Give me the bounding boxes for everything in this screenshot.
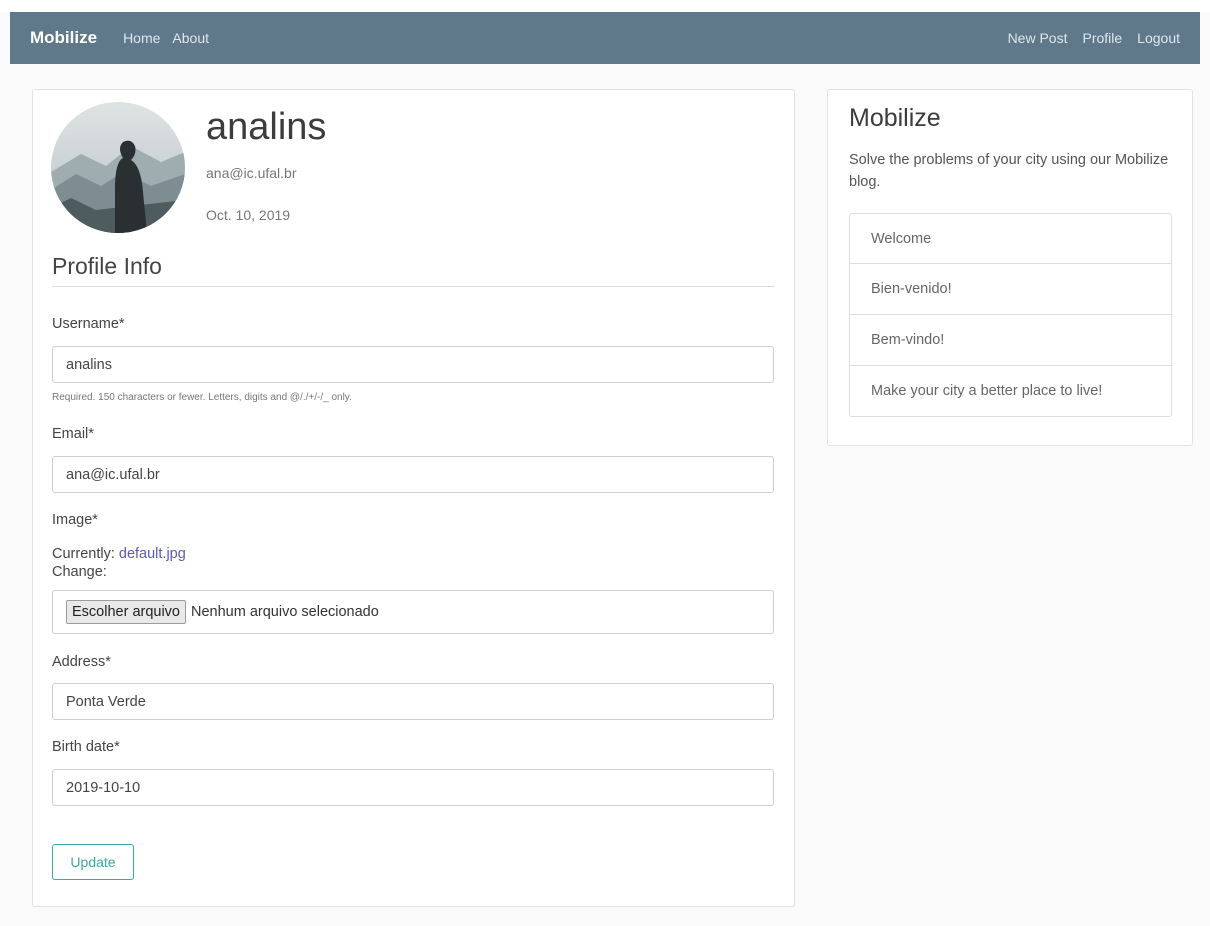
sidebar-item-better-city: Make your city a better place to live! (849, 366, 1172, 417)
current-image: Currently: default.jpg (52, 546, 186, 562)
nav-profile-link[interactable]: Profile (1082, 30, 1122, 46)
sidebar-list: Welcome Bien-venido! Bem-vindo! Make you… (849, 213, 1172, 417)
profile-username: analins (206, 106, 327, 148)
sidebar-item-bien-venido: Bien-venido! (849, 264, 1172, 315)
nav-about-link[interactable]: About (172, 30, 209, 46)
image-label: Image* (52, 512, 98, 528)
nav-new-post-link[interactable]: New Post (1008, 30, 1068, 46)
change-label: Change: (52, 564, 107, 580)
nav-logout-link[interactable]: Logout (1137, 30, 1180, 46)
file-status-text: Nenhum arquivo selecionado (191, 604, 379, 620)
profile-card: analins ana@ic.ufal.br Oct. 10, 2019 Pro… (32, 89, 795, 907)
section-title: Profile Info (52, 253, 774, 287)
username-label: Username* (52, 316, 125, 332)
nav-home-link[interactable]: Home (123, 30, 160, 46)
currently-label: Currently: (52, 546, 115, 562)
birth-date-input[interactable] (52, 769, 774, 806)
sidebar-card: Mobilize Solve the problems of your city… (827, 89, 1193, 446)
current-file-link[interactable]: default.jpg (119, 546, 186, 562)
nav-right: New Post Profile Logout (993, 30, 1180, 46)
username-help-text: Required. 150 characters or fewer. Lette… (52, 392, 352, 403)
brand-link[interactable]: Mobilize (30, 28, 97, 48)
address-input[interactable] (52, 683, 774, 720)
username-input[interactable] (52, 346, 774, 383)
email-input[interactable] (52, 456, 774, 493)
navbar: Mobilize Home About New Post Profile Log… (10, 12, 1200, 64)
address-label: Address* (52, 654, 111, 670)
email-label: Email* (52, 426, 94, 442)
profile-joined-date: Oct. 10, 2019 (206, 207, 291, 223)
update-button[interactable]: Update (52, 844, 134, 880)
image-file-input: Escolher arquivo Nenhum arquivo selecion… (52, 590, 774, 634)
birth-date-label: Birth date* (52, 739, 120, 755)
avatar-image (51, 102, 185, 233)
choose-file-button[interactable]: Escolher arquivo (66, 600, 186, 624)
sidebar-item-welcome: Welcome (849, 213, 1172, 264)
sidebar-description: Solve the problems of your city using ou… (849, 152, 1169, 190)
top-strip (0, 0, 1210, 12)
sidebar-title: Mobilize (849, 104, 941, 132)
profile-email: ana@ic.ufal.br (206, 165, 297, 181)
sidebar-item-bem-vindo: Bem-vindo! (849, 315, 1172, 366)
avatar (51, 102, 185, 233)
